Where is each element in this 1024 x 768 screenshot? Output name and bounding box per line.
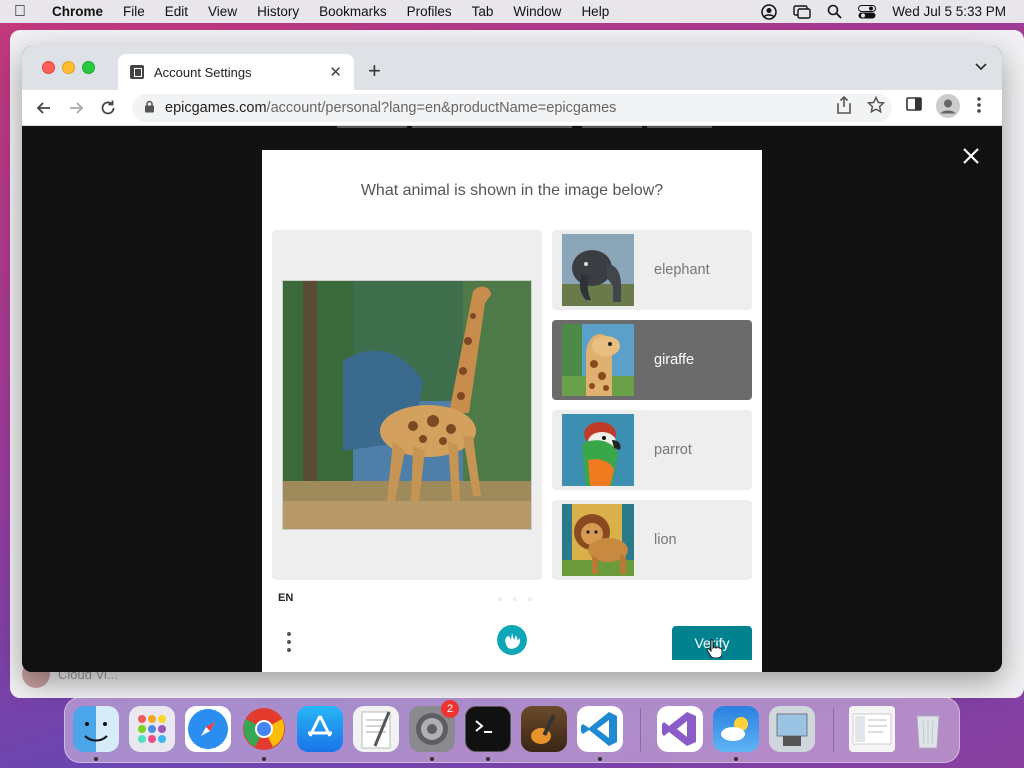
page-content: What animal is shown in the image below?: [22, 126, 1002, 672]
loading-dots-icon: ● ● ●: [497, 594, 536, 605]
menu-profiles[interactable]: Profiles: [397, 4, 462, 19]
elephant-thumbnail-image: [562, 234, 634, 306]
garageband-icon[interactable]: [521, 706, 567, 752]
reload-icon[interactable]: [98, 98, 118, 118]
address-bar[interactable]: epicgames.com/account/personal?lang=en&p…: [132, 94, 892, 122]
option-label: elephant: [654, 262, 710, 278]
menu-tab[interactable]: Tab: [462, 4, 504, 19]
finder-icon[interactable]: [73, 706, 119, 752]
visual-studio-icon[interactable]: [657, 706, 703, 752]
safari-icon[interactable]: [185, 706, 231, 752]
url-domain: epicgames.com: [165, 100, 267, 116]
chrome-menu-icon[interactable]: [976, 96, 982, 119]
session-info-strip: [22, 126, 1002, 134]
captcha-question: What animal is shown in the image below?: [360, 182, 664, 199]
search-icon[interactable]: [827, 4, 842, 19]
captcha-main-image-panel: [272, 230, 542, 580]
settings-running-dot: [430, 757, 434, 761]
menu-history[interactable]: History: [247, 4, 309, 19]
option-label: parrot: [654, 442, 692, 458]
profile-avatar-icon[interactable]: [936, 94, 960, 123]
share-icon[interactable]: [836, 95, 852, 119]
menu-clock[interactable]: Wed Jul 5 5:33 PM: [892, 4, 1006, 19]
vscode-running-dot: [598, 757, 602, 761]
dock-separator: [640, 708, 641, 752]
preview-icon[interactable]: [769, 706, 815, 752]
dock-separator: [833, 708, 834, 752]
browser-toolbar: epicgames.com/account/personal?lang=en&p…: [22, 90, 1002, 126]
menu-file[interactable]: File: [113, 4, 155, 19]
captcha-modal: What animal is shown in the image below?: [262, 150, 762, 672]
option-giraffe[interactable]: giraffe: [552, 320, 752, 400]
settings-badge: 2: [441, 700, 459, 718]
menu-bar:  Chrome File Edit View History Bookmark…: [0, 0, 1024, 23]
tab-close-icon[interactable]: ✕: [329, 63, 342, 81]
launchpad-icon[interactable]: [129, 706, 175, 752]
new-tab-button[interactable]: +: [368, 58, 381, 84]
menu-bookmarks[interactable]: Bookmarks: [309, 4, 397, 19]
giraffe-thumbnail-image: [562, 324, 634, 396]
lock-icon[interactable]: [144, 100, 155, 117]
tab-strip: Account Settings ✕ +: [22, 46, 1002, 90]
bookmark-star-icon[interactable]: [866, 95, 886, 119]
trash-icon[interactable]: [905, 706, 951, 752]
language-selector[interactable]: EN: [278, 592, 293, 604]
recent-document-icon[interactable]: [849, 706, 895, 752]
lion-thumbnail-image: [562, 504, 634, 576]
option-elephant[interactable]: elephant: [552, 230, 752, 310]
giraffe-painting-image: [282, 280, 532, 530]
menu-help[interactable]: Help: [571, 4, 619, 19]
apple-icon[interactable]: : [0, 3, 40, 21]
app-store-icon[interactable]: [297, 706, 343, 752]
weather-running-dot: [734, 757, 738, 761]
chrome-icon[interactable]: [241, 706, 287, 752]
parrot-thumbnail-image: [562, 414, 634, 486]
option-label: lion: [654, 532, 677, 548]
system-settings-icon[interactable]: 2: [409, 700, 459, 752]
option-label: giraffe: [654, 352, 695, 368]
screen-mirroring-icon[interactable]: [793, 4, 811, 19]
menu-app-name[interactable]: Chrome: [40, 4, 113, 19]
terminal-running-dot: [486, 757, 490, 761]
weather-icon[interactable]: [713, 706, 759, 752]
menu-view[interactable]: View: [198, 4, 247, 19]
option-parrot[interactable]: parrot: [552, 410, 752, 490]
zoom-window-button[interactable]: [82, 61, 95, 74]
control-center-icon[interactable]: [858, 4, 877, 19]
dock: 2: [64, 697, 960, 763]
close-window-button[interactable]: [42, 61, 55, 74]
chrome-running-dot: [262, 757, 266, 761]
back-arrow-icon[interactable]: [34, 98, 54, 118]
epic-favicon-icon: [130, 65, 144, 79]
option-lion[interactable]: lion: [552, 500, 752, 580]
finder-running-dot: [94, 757, 98, 761]
hand-cursor-icon: [706, 638, 723, 663]
overlay-close-icon[interactable]: [962, 144, 980, 172]
chrome-window: Account Settings ✕ + epicgames.com/accou…: [22, 46, 1002, 672]
captcha-menu-kebab-icon[interactable]: [282, 628, 296, 656]
side-panel-icon[interactable]: [906, 96, 922, 117]
vscode-icon[interactable]: [577, 706, 623, 752]
menu-window[interactable]: Window: [503, 4, 571, 19]
forward-arrow-icon[interactable]: [66, 98, 86, 118]
user-account-icon[interactable]: [761, 3, 777, 20]
tab-title: Account Settings: [154, 64, 252, 80]
textedit-icon[interactable]: [353, 706, 399, 752]
menu-edit[interactable]: Edit: [155, 4, 198, 19]
terminal-icon[interactable]: [465, 706, 511, 752]
hcaptcha-logo-icon[interactable]: [496, 624, 528, 661]
tab-account-settings[interactable]: Account Settings ✕: [118, 54, 354, 90]
tab-search-chevron-icon[interactable]: [974, 59, 988, 77]
url-path: /account/personal?lang=en&productName=ep…: [266, 100, 617, 116]
minimize-window-button[interactable]: [62, 61, 75, 74]
